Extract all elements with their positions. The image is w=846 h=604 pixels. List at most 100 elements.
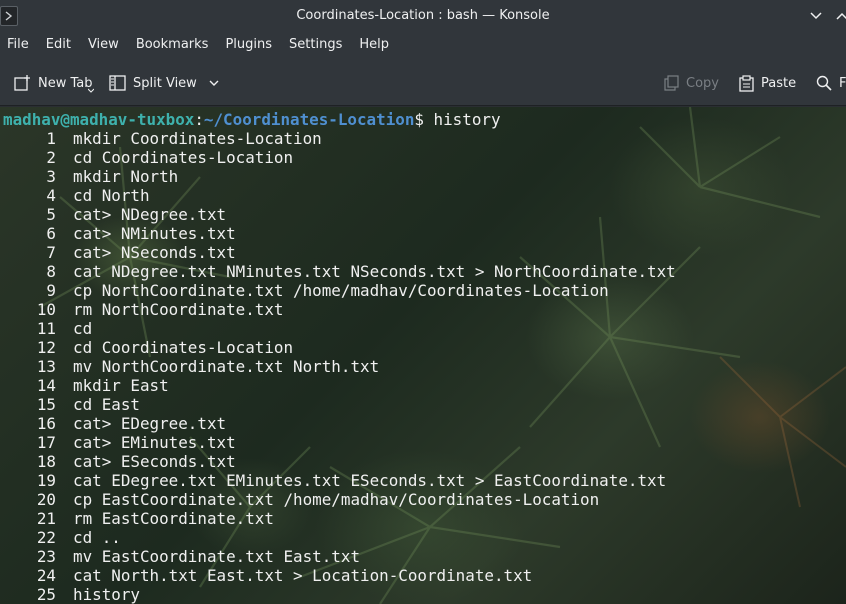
menu-settings[interactable]: Settings (281, 31, 351, 59)
history-line: 2 cd Coordinates-Location (3, 148, 676, 167)
menu-bookmarks[interactable]: Bookmarks (128, 31, 218, 59)
menubar: File Edit View Bookmarks Plugins Setting… (0, 31, 846, 59)
new-tab-menu-indicator-icon[interactable] (88, 87, 94, 93)
paste-button[interactable]: Paste (739, 70, 796, 96)
history-number: 4 (46, 186, 56, 205)
history-line: 6 cat> NMinutes.txt (3, 224, 676, 243)
history-command: cp NorthCoordinate.txt /home/madhav/Coor… (73, 281, 609, 300)
history-command: mkdir Coordinates-Location (73, 129, 322, 148)
window-titlebar[interactable]: Coordinates-Location : bash — Konsole (0, 0, 846, 31)
find-label: F (839, 75, 846, 91)
history-line: 23 mv EastCoordinate.txt East.txt (3, 547, 676, 566)
history-number: 21 (36, 509, 56, 528)
maximize-button[interactable] (832, 6, 846, 26)
history-line: 25 history (3, 585, 676, 604)
toolbar: New Tab Split View Copy Paste F (0, 59, 846, 106)
prompt-path: ~/Coordinates-Location (203, 110, 415, 129)
history-number: 19 (36, 471, 56, 490)
history-command: cd East (73, 395, 140, 414)
new-tab-button[interactable]: New Tab (14, 70, 93, 96)
history-list: 1 mkdir Coordinates-Location 2 cd Coordinat… (3, 129, 676, 604)
history-command: cat> EMinutes.txt (73, 433, 236, 452)
history-command: rm NorthCoordinate.txt (73, 300, 284, 319)
split-view-label: Split View (133, 75, 197, 91)
history-number: 9 (46, 281, 56, 300)
chevron-up-icon (836, 12, 846, 20)
konsole-app-icon[interactable] (0, 6, 18, 26)
history-command: mkdir North (73, 167, 179, 186)
split-view-button[interactable]: Split View (109, 70, 226, 96)
history-command: mv EastCoordinate.txt East.txt (73, 547, 361, 566)
history-command: cat EDegree.txt EMinutes.txt ESeconds.tx… (73, 471, 667, 490)
copy-label: Copy (686, 75, 719, 91)
history-command: cd .. (73, 528, 121, 547)
history-line: 10 rm NorthCoordinate.txt (3, 300, 676, 319)
history-line: 11 cd (3, 319, 676, 338)
menu-plugins[interactable]: Plugins (217, 31, 281, 59)
menu-edit[interactable]: Edit (38, 31, 80, 59)
chevron-down-icon (810, 12, 822, 20)
search-icon (816, 75, 832, 91)
menu-help[interactable]: Help (351, 31, 398, 59)
menu-view[interactable]: View (80, 31, 128, 59)
history-line: 9 cp NorthCoordinate.txt /home/madhav/Coo… (3, 281, 676, 300)
history-number: 3 (46, 167, 56, 186)
history-line: 15 cd East (3, 395, 676, 414)
history-number: 23 (36, 547, 56, 566)
history-line: 22 cd .. (3, 528, 676, 547)
copy-button[interactable]: Copy (664, 70, 719, 96)
history-line: 20 cp EastCoordinate.txt /home/madhav/Coo… (3, 490, 676, 509)
copy-icon (664, 75, 679, 91)
history-line: 5 cat> NDegree.txt (3, 205, 676, 224)
history-command: cd Coordinates-Location (73, 148, 294, 167)
window-title: Coordinates-Location : bash — Konsole (296, 8, 550, 23)
history-command: history (73, 585, 140, 604)
terminal-view[interactable]: madhav@madhav-tuxbox:~/Coordinates-Locat… (0, 107, 846, 604)
history-number: 11 (36, 319, 56, 338)
paste-icon (739, 74, 754, 92)
history-number: 20 (36, 490, 56, 509)
history-number: 1 (46, 129, 56, 148)
menu-file[interactable]: File (0, 31, 38, 59)
history-number: 18 (36, 452, 56, 471)
prompt-line: madhav@madhav-tuxbox:~/Coordinates-Locat… (3, 110, 676, 129)
history-command: cd North (73, 186, 150, 205)
history-command: cat> EDegree.txt (73, 414, 227, 433)
prompt-command: history (433, 110, 501, 129)
history-command: cp EastCoordinate.txt /home/madhav/Coord… (73, 490, 600, 509)
history-line: 1 mkdir Coordinates-Location (3, 129, 676, 148)
minimize-button[interactable] (806, 6, 826, 26)
history-line: 4 cd North (3, 186, 676, 205)
history-command: mv NorthCoordinate.txt North.txt (73, 357, 380, 376)
history-number: 24 (36, 566, 56, 585)
split-view-icon (109, 75, 126, 91)
prompt-user: madhav@madhav-tuxbox (3, 110, 195, 129)
history-number: 8 (46, 262, 56, 281)
terminal-output: madhav@madhav-tuxbox:~/Coordinates-Locat… (3, 110, 676, 604)
history-line: 18 cat> ESeconds.txt (3, 452, 676, 471)
history-number: 7 (46, 243, 56, 262)
new-tab-icon (14, 75, 30, 91)
history-line: 24 cat North.txt East.txt > Location-Coor… (3, 566, 676, 585)
history-line: 7 cat> NSeconds.txt (3, 243, 676, 262)
history-command: cat> ESeconds.txt (73, 452, 236, 471)
history-command: cd (73, 319, 93, 338)
find-button[interactable]: F (816, 70, 846, 96)
history-command: mkdir East (73, 376, 169, 395)
history-number: 5 (46, 205, 56, 224)
prompt-separator: : (194, 110, 204, 129)
history-number: 25 (36, 585, 56, 604)
history-command: cd Coordinates-Location (73, 338, 294, 357)
history-command: cat North.txt East.txt > Location-Coordi… (73, 566, 533, 585)
history-number: 6 (46, 224, 56, 243)
chevron-down-icon[interactable] (209, 80, 219, 87)
history-number: 15 (36, 395, 56, 414)
history-line: 19 cat EDegree.txt EMinutes.txt ESeconds.… (3, 471, 676, 490)
history-line: 16 cat> EDegree.txt (3, 414, 676, 433)
history-number: 2 (46, 148, 56, 167)
history-command: cat> NSeconds.txt (73, 243, 236, 262)
history-command: cat> NDegree.txt (73, 205, 227, 224)
history-command: cat NDegree.txt NMinutes.txt NSeconds.tx… (73, 262, 676, 281)
history-number: 22 (36, 528, 56, 547)
history-line: 13 mv NorthCoordinate.txt North.txt (3, 357, 676, 376)
